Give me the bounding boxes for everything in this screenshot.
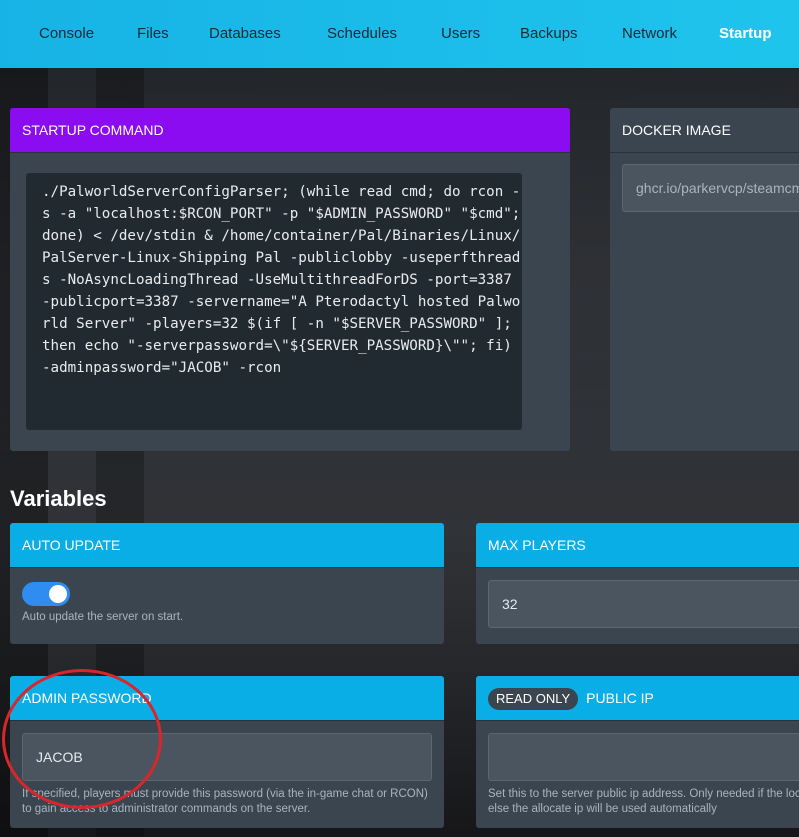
auto-update-card: AUTO UPDATE Auto update the server on st…: [10, 523, 444, 644]
public-ip-description: Set this to the server public ip address…: [488, 788, 799, 815]
toggle-knob: [49, 585, 67, 603]
tab-startup[interactable]: Startup: [719, 0, 772, 68]
auto-update-toggle[interactable]: [22, 582, 70, 606]
admin-password-input[interactable]: JACOB: [22, 733, 432, 781]
max-players-input[interactable]: 32: [488, 580, 799, 628]
docker-image-card: DOCKER IMAGE ghcr.io/parkervcp/steamcmd: [610, 108, 799, 451]
top-navigation: Console Files Databases Schedules Users …: [0, 0, 799, 68]
startup-command-title: STARTUP COMMAND: [10, 108, 570, 153]
variables-heading: Variables: [10, 486, 107, 511]
tab-users[interactable]: Users: [441, 0, 480, 68]
admin-password-title: ADMIN PASSWORD: [10, 676, 444, 721]
docker-image-title: DOCKER IMAGE: [610, 108, 799, 153]
tab-databases[interactable]: Databases: [209, 0, 281, 68]
auto-update-description: Auto update the server on start.: [22, 611, 184, 623]
tab-backups[interactable]: Backups: [520, 0, 578, 68]
startup-command-card: STARTUP COMMAND ./PalworldServerConfigPa…: [10, 108, 570, 451]
tab-schedules[interactable]: Schedules: [327, 0, 397, 68]
public-ip-card: READ ONLY PUBLIC IP Set this to the serve…: [476, 676, 799, 828]
public-ip-title: PUBLIC IP: [586, 690, 654, 706]
read-only-badge: READ ONLY: [488, 688, 579, 711]
public-ip-header: READ ONLY PUBLIC IP: [476, 676, 799, 721]
admin-password-card: ADMIN PASSWORD JACOB If specified, playe…: [10, 676, 444, 828]
tab-network[interactable]: Network: [622, 0, 677, 68]
tab-console[interactable]: Console: [39, 0, 94, 68]
tab-files[interactable]: Files: [137, 0, 169, 68]
public-ip-input[interactable]: [488, 733, 799, 781]
startup-command-text: ./PalworldServerConfigParser; (while rea…: [26, 173, 522, 430]
admin-password-description: If specified, players must provide this …: [22, 788, 428, 815]
docker-image-select[interactable]: ghcr.io/parkervcp/steamcmd: [622, 164, 799, 212]
max-players-title: MAX PLAYERS: [476, 523, 799, 568]
auto-update-title: AUTO UPDATE: [10, 523, 444, 568]
max-players-card: MAX PLAYERS 32: [476, 523, 799, 644]
